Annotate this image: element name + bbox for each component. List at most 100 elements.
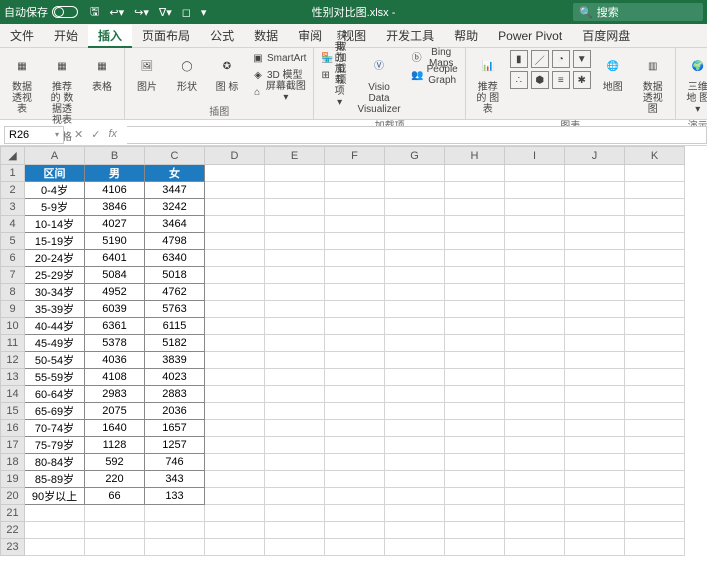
cell-A7[interactable]: 25-29岁 xyxy=(25,267,85,284)
cell-D9[interactable] xyxy=(205,301,265,318)
cell-B23[interactable] xyxy=(85,539,145,556)
chart-scatter-icon[interactable]: ∴ xyxy=(510,71,528,89)
tab-data[interactable]: 数据 xyxy=(244,24,288,47)
cell-K18[interactable] xyxy=(625,454,685,471)
cell-J13[interactable] xyxy=(565,369,625,386)
cell-A16[interactable]: 70-74岁 xyxy=(25,420,85,437)
cell-J16[interactable] xyxy=(565,420,625,437)
cell-E4[interactable] xyxy=(265,216,325,233)
cell-C20[interactable]: 133 xyxy=(145,488,205,505)
row-header-13[interactable]: 13 xyxy=(1,369,25,386)
row-header-15[interactable]: 15 xyxy=(1,403,25,420)
cell-H15[interactable] xyxy=(445,403,505,420)
cell-C8[interactable]: 4762 xyxy=(145,284,205,301)
cell-H19[interactable] xyxy=(445,471,505,488)
cell-J6[interactable] xyxy=(565,250,625,267)
cell-D11[interactable] xyxy=(205,335,265,352)
cell-K11[interactable] xyxy=(625,335,685,352)
cell-G3[interactable] xyxy=(385,199,445,216)
cell-B17[interactable]: 1128 xyxy=(85,437,145,454)
cell-K20[interactable] xyxy=(625,488,685,505)
cell-D10[interactable] xyxy=(205,318,265,335)
tab-help[interactable]: 帮助 xyxy=(444,24,488,47)
cell-C4[interactable]: 3464 xyxy=(145,216,205,233)
col-header-H[interactable]: H xyxy=(445,147,505,165)
cell-J2[interactable] xyxy=(565,182,625,199)
cell-E3[interactable] xyxy=(265,199,325,216)
cell-H2[interactable] xyxy=(445,182,505,199)
cell-I9[interactable] xyxy=(505,301,565,318)
row-header-17[interactable]: 17 xyxy=(1,437,25,454)
cell-K17[interactable] xyxy=(625,437,685,454)
cell-A22[interactable] xyxy=(25,522,85,539)
cell-K15[interactable] xyxy=(625,403,685,420)
row-header-6[interactable]: 6 xyxy=(1,250,25,267)
icons-button[interactable]: ✪图 标 xyxy=(209,50,245,95)
cell-I17[interactable] xyxy=(505,437,565,454)
cell-I11[interactable] xyxy=(505,335,565,352)
cell-D16[interactable] xyxy=(205,420,265,437)
cell-E2[interactable] xyxy=(265,182,325,199)
cell-C13[interactable]: 4023 xyxy=(145,369,205,386)
cell-F12[interactable] xyxy=(325,352,385,369)
cell-I3[interactable] xyxy=(505,199,565,216)
chart-column-icon[interactable]: ▮ xyxy=(510,50,528,68)
3d-map-button[interactable]: 🌍三维地 图 ▾ xyxy=(680,50,707,117)
cell-C14[interactable]: 2883 xyxy=(145,386,205,403)
cell-I10[interactable] xyxy=(505,318,565,335)
cell-J11[interactable] xyxy=(565,335,625,352)
chart-line-icon[interactable]: ／ xyxy=(531,50,549,68)
row-header-4[interactable]: 4 xyxy=(1,216,25,233)
cell-C21[interactable] xyxy=(145,505,205,522)
tab-home[interactable]: 开始 xyxy=(44,24,88,47)
cell-B12[interactable]: 4036 xyxy=(85,352,145,369)
formula-input[interactable] xyxy=(127,126,707,144)
col-header-F[interactable]: F xyxy=(325,147,385,165)
tab-file[interactable]: 文件 xyxy=(0,24,44,47)
cell-H6[interactable] xyxy=(445,250,505,267)
cell-B4[interactable]: 4027 xyxy=(85,216,145,233)
name-box[interactable]: R26 ▾ xyxy=(4,126,64,144)
cell-G21[interactable] xyxy=(385,505,445,522)
tab-review[interactable]: 审阅 xyxy=(288,24,332,47)
cell-K3[interactable] xyxy=(625,199,685,216)
cell-I8[interactable] xyxy=(505,284,565,301)
cell-E12[interactable] xyxy=(265,352,325,369)
tab-dev[interactable]: 开发工具 xyxy=(376,24,444,47)
cell-F14[interactable] xyxy=(325,386,385,403)
chart-stock-icon[interactable]: ≡ xyxy=(552,71,570,89)
tab-layout[interactable]: 页面布局 xyxy=(132,24,200,47)
cell-E15[interactable] xyxy=(265,403,325,420)
spreadsheet-grid[interactable]: ◢ABCDEFGHIJK1区间男女20-4岁4106344735-9岁38463… xyxy=(0,146,707,567)
cell-E7[interactable] xyxy=(265,267,325,284)
cell-D7[interactable] xyxy=(205,267,265,284)
cell-D23[interactable] xyxy=(205,539,265,556)
cell-C3[interactable]: 3242 xyxy=(145,199,205,216)
cell-K7[interactable] xyxy=(625,267,685,284)
cell-J15[interactable] xyxy=(565,403,625,420)
cell-E20[interactable] xyxy=(265,488,325,505)
cell-A5[interactable]: 15-19岁 xyxy=(25,233,85,250)
cell-E17[interactable] xyxy=(265,437,325,454)
cell-B1[interactable]: 男 xyxy=(85,165,145,182)
toggle-off-icon[interactable] xyxy=(52,6,78,18)
cell-I18[interactable] xyxy=(505,454,565,471)
cell-B14[interactable]: 2983 xyxy=(85,386,145,403)
cell-I13[interactable] xyxy=(505,369,565,386)
cell-J3[interactable] xyxy=(565,199,625,216)
cell-B22[interactable] xyxy=(85,522,145,539)
maps-button[interactable]: 🌐地图 xyxy=(595,50,631,95)
cell-I15[interactable] xyxy=(505,403,565,420)
cell-J21[interactable] xyxy=(565,505,625,522)
cell-C9[interactable]: 5763 xyxy=(145,301,205,318)
cell-K6[interactable] xyxy=(625,250,685,267)
cell-H11[interactable] xyxy=(445,335,505,352)
chevron-down-icon[interactable]: ▾ xyxy=(55,130,59,139)
cell-H3[interactable] xyxy=(445,199,505,216)
cell-I12[interactable] xyxy=(505,352,565,369)
cell-F5[interactable] xyxy=(325,233,385,250)
cell-B18[interactable]: 592 xyxy=(85,454,145,471)
row-header-7[interactable]: 7 xyxy=(1,267,25,284)
cell-G16[interactable] xyxy=(385,420,445,437)
cell-G23[interactable] xyxy=(385,539,445,556)
